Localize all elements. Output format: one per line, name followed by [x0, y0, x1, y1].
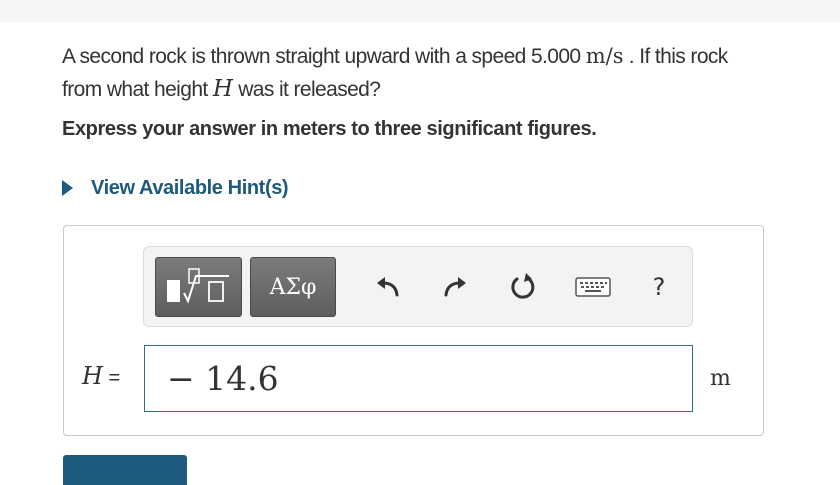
answer-variable: H	[82, 362, 103, 390]
keyboard-icon[interactable]	[574, 271, 612, 303]
help-label: ?	[652, 273, 666, 301]
answer-input[interactable]: − 14.6	[144, 345, 693, 412]
question-line1-tail: . If this rock	[623, 45, 729, 68]
question-line1: A second rock is thrown straight upward …	[62, 45, 586, 68]
answer-unit: m	[710, 366, 731, 391]
redo-icon[interactable]	[440, 271, 472, 303]
question-line2-before: from what height	[62, 78, 213, 101]
submit-button[interactable]	[63, 455, 187, 485]
answer-instruction: Express your answer in meters to three s…	[62, 118, 597, 140]
view-hints-label: View Available Hint(s)	[91, 176, 289, 199]
top-strip	[0, 0, 840, 22]
view-hints-link[interactable]: View Available Hint(s)	[62, 173, 289, 203]
answer-variable-label: H =	[82, 362, 120, 390]
math-toolbar: ΑΣφ ?	[143, 246, 693, 327]
question-text: A second rock is thrown straight upward …	[62, 40, 840, 106]
templates-button[interactable]	[155, 257, 242, 317]
caret-right-icon	[62, 180, 73, 196]
height-symbol: H	[212, 76, 233, 102]
speed-unit: m/s	[585, 44, 624, 68]
symbols-label: ΑΣφ	[269, 274, 317, 300]
question-line2-after: was it released?	[232, 78, 381, 101]
symbols-button[interactable]: ΑΣφ	[250, 257, 336, 317]
answer-value: − 14.6	[167, 359, 279, 398]
reset-icon[interactable]	[507, 271, 539, 303]
equals-sign: =	[108, 367, 121, 389]
undo-icon[interactable]	[371, 271, 403, 303]
help-icon[interactable]: ?	[643, 271, 675, 303]
templates-icon	[163, 265, 235, 310]
